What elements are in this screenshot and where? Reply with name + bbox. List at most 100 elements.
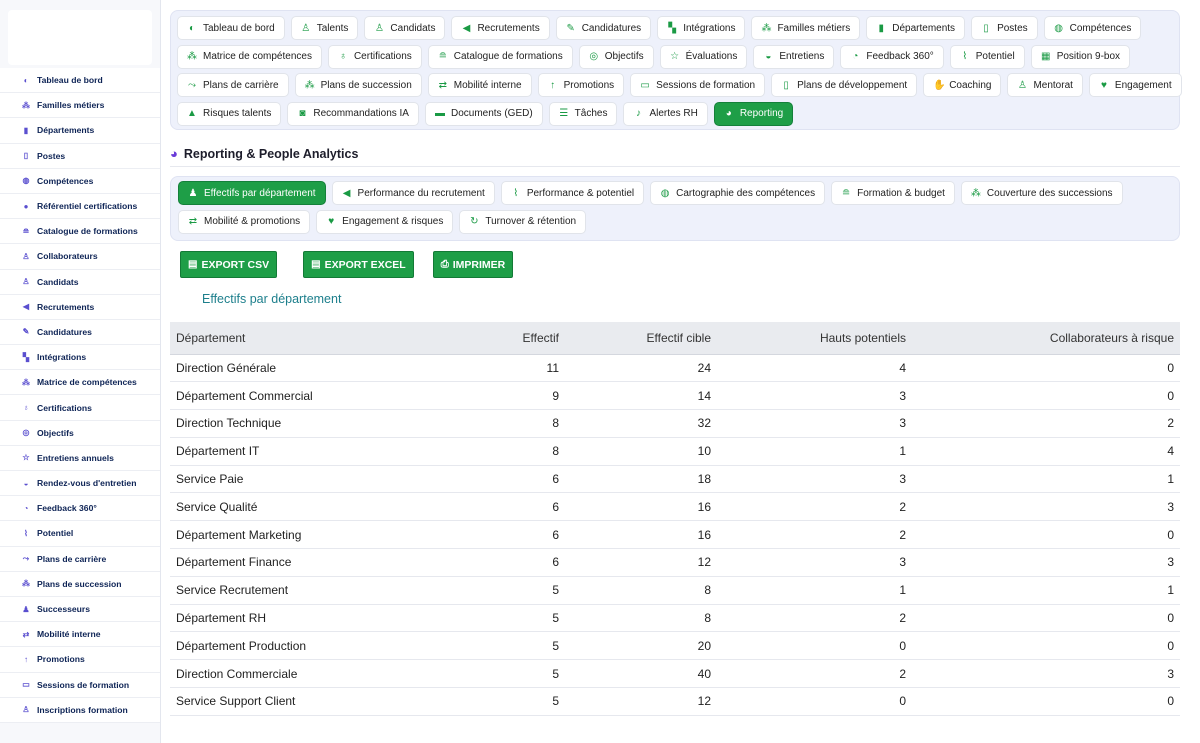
nav-chip-engagement[interactable]: ♥ Engagement	[1088, 73, 1182, 98]
report-tab-effectifs-par-departement[interactable]: ♟ Effectifs par département	[178, 181, 326, 205]
nav-chip-tableau-de-bord[interactable]: ◐ Tableau de bord	[177, 16, 285, 40]
sidebar-item-label: Potentiel	[37, 528, 74, 539]
sidebar-item-collaborateurs[interactable]: ♙ Collaborateurs	[0, 244, 160, 270]
sidebar-item-tableau-de-bord[interactable]: ◐ Tableau de bord	[0, 68, 160, 94]
table-row[interactable]: Service Qualité 6 16 2 3	[170, 492, 1180, 522]
sidebar-item-rendez-vous-d-entretien[interactable]: ◒ Rendez-vous d'entretien	[0, 471, 160, 497]
nav-chip-mentorat[interactable]: ♙ Mentorat	[1007, 73, 1083, 98]
sidebar-item-potentiel[interactable]: ⌇ Potentiel	[0, 521, 160, 547]
sidebar-item-label: Recrutements	[37, 301, 95, 312]
sidebar-item-objectifs[interactable]: ◎ Objectifs	[0, 421, 160, 446]
table-row[interactable]: Service Support Client 5 12 0 0	[170, 687, 1180, 716]
sidebar-item-plans-de-carriere[interactable]: ⤳ Plans de carrière	[0, 547, 160, 572]
nav-chip-sessions-de-formation[interactable]: ▭ Sessions de formation	[630, 73, 766, 98]
table-row[interactable]: Service Paie 6 18 3 1	[170, 465, 1180, 494]
nav-chip-catalogue-de-formations[interactable]: ≘ Catalogue de formations	[427, 44, 573, 69]
table-row[interactable]: Département RH 5 8 2 0	[170, 604, 1180, 633]
sidebar-item-mobilite-interne[interactable]: ⇄ Mobilité interne	[0, 622, 160, 648]
sidebar-item-catalogue-de-formations[interactable]: ≘ Catalogue de formations	[0, 219, 160, 245]
table-row[interactable]: Direction Technique 8 32 3 2	[170, 409, 1180, 438]
nav-chip-reporting[interactable]: ◕ Reporting	[713, 101, 794, 126]
column-header-effectif[interactable]: Effectif	[460, 322, 565, 355]
nav-chip-alertes-rh[interactable]: ♪ Alertes RH	[623, 101, 708, 126]
report-tab-mobilite-promotions[interactable]: ⇄ Mobilité & promotions	[178, 209, 311, 234]
nav-chip-plans-de-developpement[interactable]: ▯ Plans de développement	[771, 73, 918, 98]
nav-chip-recrutements[interactable]: ◀ Recrutements	[451, 16, 550, 40]
report-tab-formation-budget[interactable]: ≘ Formation & budget	[831, 181, 955, 205]
sidebar-item-recrutements[interactable]: ◀ Recrutements	[0, 295, 160, 320]
sidebar-item-sessions-de-formation[interactable]: ▭ Sessions de formation	[0, 673, 160, 698]
sidebar-item-familles-metiers[interactable]: ⁂ Familles métiers	[0, 93, 160, 119]
nav-chip-recommandations-ia[interactable]: ◙ Recommandations IA	[287, 101, 419, 126]
nav-chip-talents[interactable]: ♙ Talents	[290, 16, 359, 40]
table-row[interactable]: Département Finance 6 12 3 3	[170, 548, 1180, 577]
report-tab-label: Formation & budget	[857, 187, 945, 199]
sidebar-item-plans-de-succession[interactable]: ⁂ Plans de succession	[0, 572, 160, 597]
nav-chip-documents-ged[interactable]: ▬ Documents (GED)	[424, 101, 543, 126]
table-row[interactable]: Département IT 8 10 1 4	[170, 437, 1180, 466]
sidebar-item-referentiel-certifications[interactable]: ● Référentiel certifications	[0, 194, 160, 220]
nav-chip-postes[interactable]: ▯ Postes	[971, 16, 1038, 40]
sidebar-item-candidats[interactable]: ♙ Candidats	[0, 270, 160, 295]
column-header-collaborateurs-a-risque[interactable]: Collaborateurs à risque	[912, 322, 1180, 355]
sidebar-item-postes[interactable]: ▯ Postes	[0, 144, 160, 169]
department-name-cell: Département Marketing	[170, 520, 460, 550]
nav-chip-entretiens[interactable]: ◒ Entretiens	[753, 44, 835, 69]
sidebar-item-candidatures[interactable]: ✎ Candidatures	[0, 320, 160, 346]
sidebar-item-departements[interactable]: ▮ Départements	[0, 118, 160, 144]
report-tab-turnover-retention[interactable]: ↻ Turnover & rétention	[459, 209, 587, 234]
sidebar-item-feedback-360[interactable]: ◔ Feedback 360°	[0, 496, 160, 522]
sidebar-item-label: Rendez-vous d'entretien	[37, 478, 137, 489]
nav-chip-competences[interactable]: ◍ Compétences	[1043, 16, 1142, 40]
report-tab-performance-du-recrutement[interactable]: ◀ Performance du recrutement	[331, 181, 495, 205]
nav-chip-plans-de-carriere[interactable]: ⤳ Plans de carrière	[177, 73, 289, 98]
sidebar-item-competences[interactable]: ◍ Compétences	[0, 169, 160, 194]
nav-chip-familles-metiers[interactable]: ⁂ Familles métiers	[751, 16, 861, 40]
table-row[interactable]: Direction Générale 11 24 4 0	[170, 354, 1180, 383]
nav-chip-candidats[interactable]: ♙ Candidats	[364, 16, 446, 40]
sidebar-item-matrice-de-competences[interactable]: ⁂ Matrice de compétences	[0, 370, 160, 396]
report-tab-couverture-des-successions[interactable]: ⁂ Couverture des successions	[960, 181, 1123, 205]
print-button[interactable]: ⎙ IMPRIMER	[432, 251, 514, 278]
nav-chip-feedback-360[interactable]: ◔ Feedback 360°	[840, 44, 944, 69]
report-tab-cartographie-des-competences[interactable]: ◍ Cartographie des compétences	[650, 181, 826, 205]
sidebar-item-certifications[interactable]: ♁ Certifications	[0, 395, 160, 421]
nav-chip-taches[interactable]: ☰ Tâches	[548, 101, 618, 126]
value-cell: 3	[717, 465, 912, 494]
table-row[interactable]: Département Production 5 20 0 0	[170, 631, 1180, 661]
sidebar-item-successeurs[interactable]: ♟ Successeurs	[0, 597, 160, 623]
nav-chip-evaluations[interactable]: ☆ Évaluations	[659, 44, 748, 69]
table-row[interactable]: Direction Commerciale 5 40 2 3	[170, 659, 1180, 689]
sidebar-item-integrations[interactable]: ▚ Intégrations	[0, 345, 160, 371]
nav-chip-promotions[interactable]: ↑ Promotions	[537, 73, 625, 98]
nav-chip-matrice-de-competences[interactable]: ⁂ Matrice de compétences	[177, 44, 322, 69]
nav-chip-position-9-box[interactable]: ▦ Position 9-box	[1030, 44, 1131, 69]
nav-chip-mobilite-interne[interactable]: ⇄ Mobilité interne	[427, 73, 532, 98]
nav-chip-integrations[interactable]: ▚ Intégrations	[657, 16, 746, 40]
sidebar-item-inscriptions-formation[interactable]: ♙ Inscriptions formation	[0, 698, 160, 723]
value-cell: 16	[565, 520, 717, 550]
report-tab-performance-potentiel[interactable]: ⌇ Performance & potentiel	[500, 181, 645, 205]
sidebar-item-entretiens-annuels[interactable]: ☆ Entretiens annuels	[0, 446, 160, 471]
sidebar-item-promotions[interactable]: ↑ Promotions	[0, 647, 160, 673]
nav-chip-risques-talents[interactable]: ▲ Risques talents	[177, 101, 282, 126]
users-icon: ♟	[188, 187, 198, 199]
value-cell: 1	[717, 437, 912, 466]
nav-chip-certifications[interactable]: ♁ Certifications	[327, 44, 422, 69]
nav-chip-departements[interactable]: ▮ Départements	[866, 16, 966, 40]
export-excel-button[interactable]: ▤ EXPORT EXCEL	[303, 251, 414, 278]
table-row[interactable]: Département Marketing 6 16 2 0	[170, 520, 1180, 550]
report-tab-engagement-risques[interactable]: ♥ Engagement & risques	[316, 209, 454, 234]
export-csv-button[interactable]: ▤ EXPORT CSV	[180, 251, 278, 278]
nav-chip-coaching[interactable]: ✋ Coaching	[923, 73, 1002, 98]
nav-chip-candidatures[interactable]: ✎ Candidatures	[555, 16, 652, 40]
table-row[interactable]: Service Recrutement 5 8 1 1	[170, 576, 1180, 605]
chalkboard-teacher-icon: ♙	[1017, 79, 1027, 91]
nav-chip-plans-de-succession[interactable]: ⁂ Plans de succession	[294, 73, 422, 98]
column-header-hauts-potentiels[interactable]: Hauts potentiels	[717, 322, 912, 355]
table-row[interactable]: Département Commercial 9 14 3 0	[170, 381, 1180, 411]
nav-chip-objectifs[interactable]: ◎ Objectifs	[578, 44, 654, 69]
column-header-departement[interactable]: Département	[170, 322, 460, 355]
nav-chip-potentiel[interactable]: ⌇ Potentiel	[949, 44, 1025, 69]
column-header-effectif-cible[interactable]: Effectif cible	[565, 322, 717, 355]
